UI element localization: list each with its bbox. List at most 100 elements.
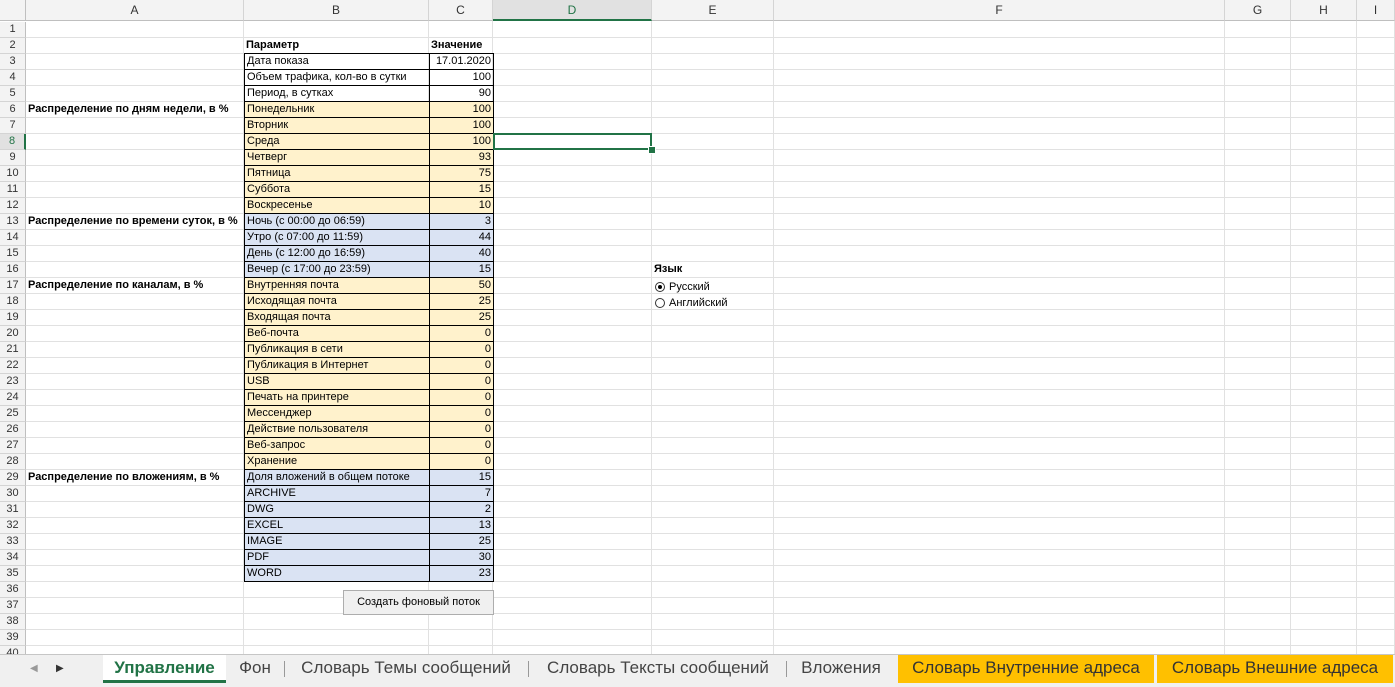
value-cell[interactable]: 25 [429, 293, 494, 310]
value-cell[interactable]: 93 [429, 149, 494, 166]
row-header-8[interactable]: 8 [0, 134, 26, 150]
row-header-4[interactable]: 4 [0, 70, 26, 86]
row-header-19[interactable]: 19 [0, 310, 26, 326]
value-cell[interactable]: 75 [429, 165, 494, 182]
param-cell[interactable]: Период, в сутках [244, 85, 430, 102]
tab-background[interactable]: Фон [228, 655, 282, 683]
radio-russian[interactable]: Русский [655, 281, 710, 293]
tab-texts-dictionary[interactable]: Словарь Тексты сообщений [533, 655, 783, 683]
param-cell[interactable]: Мессенджер [244, 405, 430, 422]
param-cell[interactable]: Действие пользователя [244, 421, 430, 438]
param-cell[interactable]: Воскресенье [244, 197, 430, 214]
tab-subjects-dictionary[interactable]: Словарь Темы сообщений [288, 655, 524, 683]
value-cell[interactable]: 15 [429, 181, 494, 198]
row-header-25[interactable]: 25 [0, 406, 26, 422]
value-cell[interactable]: 40 [429, 245, 494, 262]
value-cell[interactable]: 0 [429, 325, 494, 342]
value-cell[interactable]: 0 [429, 341, 494, 358]
value-cell[interactable]: 3 [429, 213, 494, 230]
param-cell[interactable]: Суббота [244, 181, 430, 198]
row-header-29[interactable]: 29 [0, 470, 26, 486]
row-header-12[interactable]: 12 [0, 198, 26, 214]
row-header-5[interactable]: 5 [0, 86, 26, 102]
param-cell[interactable]: WORD [244, 565, 430, 582]
value-cell[interactable]: 50 [429, 277, 494, 294]
row-header-15[interactable]: 15 [0, 246, 26, 262]
value-cell[interactable]: 13 [429, 517, 494, 534]
param-cell[interactable]: Пятница [244, 165, 430, 182]
select-all-corner[interactable] [0, 0, 26, 21]
value-cell[interactable]: 0 [429, 373, 494, 390]
column-header-b[interactable]: B [244, 0, 429, 21]
next-sheet-icon[interactable]: ▶ [56, 663, 64, 674]
value-cell[interactable]: 2 [429, 501, 494, 518]
param-cell[interactable]: Четверг [244, 149, 430, 166]
label-attachments[interactable]: Распределение по вложениям, в % [26, 470, 221, 486]
param-cell[interactable]: Веб-запрос [244, 437, 430, 454]
value-cell[interactable]: 25 [429, 309, 494, 326]
tab-control[interactable]: Управление [103, 655, 226, 683]
value-cell[interactable]: 100 [429, 133, 494, 150]
row-header-16[interactable]: 16 [0, 262, 26, 278]
param-cell[interactable]: Дата показа [244, 53, 430, 70]
tab-attachments[interactable]: Вложения [790, 655, 892, 683]
row-header-20[interactable]: 20 [0, 326, 26, 342]
tab-external-addresses[interactable]: Словарь Внешние адреса [1157, 655, 1393, 683]
value-cell[interactable]: 100 [429, 69, 494, 86]
row-header-39[interactable]: 39 [0, 630, 26, 646]
row-header-9[interactable]: 9 [0, 150, 26, 166]
param-cell[interactable]: Внутренняя почта [244, 277, 430, 294]
spreadsheet-grid[interactable]: ABCDEFGHI 1 2 3 4 5 6 7 8 9 10 11 12 13 14 15 16 17 18 19 2… [0, 0, 1395, 654]
param-cell[interactable]: Входящая почта [244, 309, 430, 326]
param-cell[interactable]: Понедельник [244, 101, 430, 118]
column-header-c[interactable]: C [429, 0, 493, 21]
row-header-14[interactable]: 14 [0, 230, 26, 246]
param-cell[interactable]: Ночь (с 00:00 до 06:59) [244, 213, 430, 230]
value-cell[interactable]: 0 [429, 437, 494, 454]
row-header-31[interactable]: 31 [0, 502, 26, 518]
value-cell[interactable]: 23 [429, 565, 494, 582]
column-header-h[interactable]: H [1291, 0, 1357, 21]
row-header-33[interactable]: 33 [0, 534, 26, 550]
value-cell[interactable]: 90 [429, 85, 494, 102]
header-param[interactable]: Параметр [244, 38, 429, 54]
param-cell[interactable]: Среда [244, 133, 430, 150]
row-header-17[interactable]: 17 [0, 278, 26, 294]
row-header-40[interactable]: 40 [0, 646, 26, 654]
param-cell[interactable]: Объем трафика, кол-во в сутки [244, 69, 430, 86]
param-cell[interactable]: Исходящая почта [244, 293, 430, 310]
row-header-21[interactable]: 21 [0, 342, 26, 358]
row-header-32[interactable]: 32 [0, 518, 26, 534]
row-header-37[interactable]: 37 [0, 598, 26, 614]
value-cell[interactable]: 0 [429, 453, 494, 470]
row-header-3[interactable]: 3 [0, 54, 26, 70]
prev-sheet-icon[interactable]: ◀ [30, 663, 38, 674]
param-cell[interactable]: Публикация в Интернет [244, 357, 430, 374]
radio-english[interactable]: Английский [655, 297, 728, 309]
value-cell[interactable]: 0 [429, 357, 494, 374]
value-cell[interactable]: 30 [429, 549, 494, 566]
param-cell[interactable]: Веб-почта [244, 325, 430, 342]
tab-internal-addresses[interactable]: Словарь Внутренние адреса [898, 655, 1154, 683]
row-header-35[interactable]: 35 [0, 566, 26, 582]
param-cell[interactable]: USB [244, 373, 430, 390]
row-header-18[interactable]: 18 [0, 294, 26, 310]
column-header-e[interactable]: E [652, 0, 774, 21]
param-cell[interactable]: Вторник [244, 117, 430, 134]
column-header-d[interactable]: D [493, 0, 652, 21]
column-header-g[interactable]: G [1225, 0, 1291, 21]
param-cell[interactable]: Доля вложений в общем потоке [244, 469, 430, 486]
value-cell[interactable]: 15 [429, 261, 494, 278]
param-cell[interactable]: Вечер (с 17:00 до 23:59) [244, 261, 430, 278]
row-header-11[interactable]: 11 [0, 182, 26, 198]
param-cell[interactable]: Утро (с 07:00 до 11:59) [244, 229, 430, 246]
row-header-27[interactable]: 27 [0, 438, 26, 454]
create-background-flow-button[interactable]: Создать фоновый поток [343, 590, 494, 615]
label-time[interactable]: Распределение по времени суток, в % [26, 214, 240, 230]
row-header-30[interactable]: 30 [0, 486, 26, 502]
header-value[interactable]: Значение [429, 38, 494, 54]
param-cell[interactable]: DWG [244, 501, 430, 518]
value-cell[interactable]: 100 [429, 117, 494, 134]
param-cell[interactable]: Публикация в сети [244, 341, 430, 358]
row-header-13[interactable]: 13 [0, 214, 26, 230]
